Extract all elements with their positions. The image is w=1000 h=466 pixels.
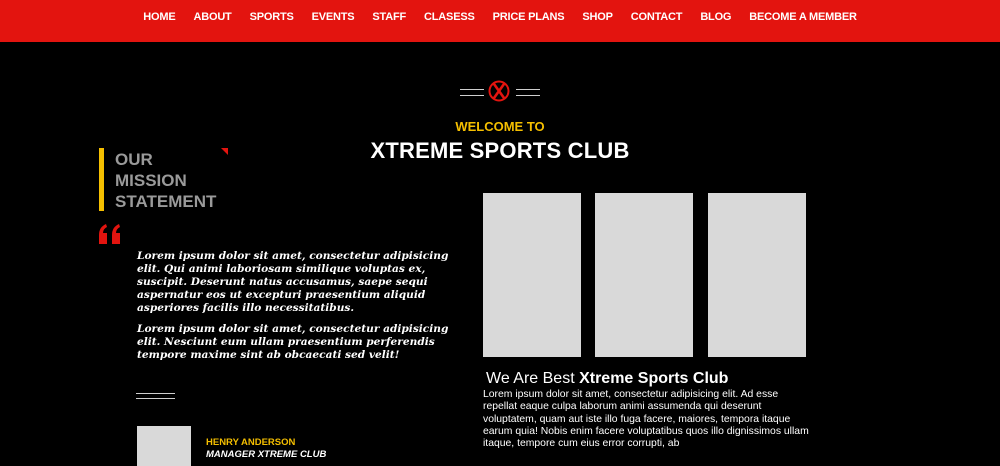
nav-item-about[interactable]: ABOUT — [184, 11, 240, 23]
nav-item-price-plans[interactable]: PRICE PLANS — [484, 11, 574, 23]
nav-menu: HOME ABOUT SPORTS EVENTS STAFF CLASESS P… — [0, 11, 1000, 23]
mission-paragraph-1: Lorem ipsum dolor sit amet, consectetur … — [137, 250, 449, 314]
mission-heading-line2: MISSION — [115, 171, 187, 190]
author-avatar — [137, 426, 191, 466]
about-heading: We Are Best Xtreme Sports Club — [486, 370, 728, 388]
about-heading-prefix: We Are Best — [486, 370, 580, 387]
logo-divider-left — [460, 89, 484, 96]
about-body-text: Lorem ipsum dolor sit amet, consectetur … — [483, 389, 809, 450]
club-logo — [460, 80, 540, 104]
quote-icon — [99, 224, 120, 244]
nav-item-contact[interactable]: CONTACT — [622, 11, 692, 23]
gallery-image-3 — [708, 193, 806, 357]
nav-item-become-a-member[interactable]: BECOME A MEMBER — [740, 11, 865, 23]
x-circle-logo-icon — [488, 80, 510, 102]
mission-heading-line3: STATEMENT — [115, 192, 217, 211]
nav-item-blog[interactable]: BLOG — [691, 11, 740, 23]
mission-divider — [136, 393, 175, 399]
mission-paragraph-2: Lorem ipsum dolor sit amet, consectetur … — [137, 323, 449, 361]
mission-heading-line1: OUR — [115, 150, 153, 169]
nav-item-shop[interactable]: SHOP — [573, 11, 621, 23]
mission-corner-triangle — [221, 148, 228, 155]
gallery-image-1 — [483, 193, 581, 357]
nav-item-home[interactable]: HOME — [134, 11, 184, 23]
nav-item-events[interactable]: EVENTS — [303, 11, 364, 23]
logo-divider-right — [516, 89, 540, 96]
nav-item-classes[interactable]: CLASESS — [415, 11, 484, 23]
mission-text: Lorem ipsum dolor sit amet, consectetur … — [137, 250, 455, 370]
nav-item-staff[interactable]: STAFF — [363, 11, 415, 23]
mission-heading: OUR MISSION STATEMENT — [115, 149, 235, 212]
gallery-image-2 — [595, 193, 693, 357]
welcome-subtitle: WELCOME TO — [455, 119, 545, 134]
about-heading-bold: Xtreme Sports Club — [579, 370, 729, 387]
mission-accent-bar — [99, 148, 104, 211]
nav-item-sports[interactable]: SPORTS — [241, 11, 303, 23]
author-role: MANAGER XTREME CLUB — [206, 449, 327, 460]
author-name: HENRY ANDERSON — [206, 437, 296, 448]
top-navigation-bar: HOME ABOUT SPORTS EVENTS STAFF CLASESS P… — [0, 0, 1000, 42]
